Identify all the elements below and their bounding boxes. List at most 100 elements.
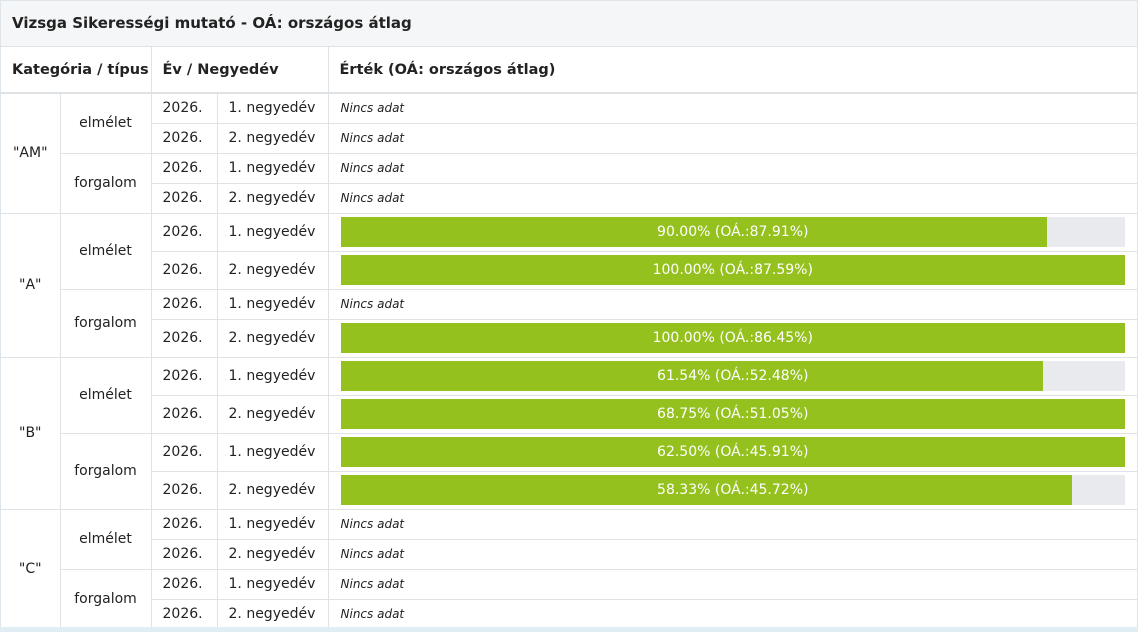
year-cell: 2026. bbox=[151, 153, 218, 184]
header-period: Év / Negyedév bbox=[151, 47, 329, 94]
quarter-cell: 1. negyedév bbox=[217, 153, 329, 184]
value-cell: Nincs adat bbox=[328, 123, 1138, 154]
header-value: Érték (OÁ: országos átlag) bbox=[328, 47, 1138, 94]
quarter-cell: 1. negyedév bbox=[217, 357, 329, 396]
value-cell: Nincs adat bbox=[328, 93, 1138, 124]
year-cell: 2026. bbox=[151, 123, 218, 154]
value-cell: Nincs adat bbox=[328, 153, 1138, 184]
value-cell: 58.33% (OÁ.:45.72%) bbox=[328, 471, 1138, 510]
category-cell: "C" bbox=[1, 509, 61, 630]
table-row: "AM" elmélet 2026. 1. negyedév Nincs adat bbox=[1, 93, 1138, 214]
quarter-cell: 1. negyedév bbox=[217, 569, 329, 600]
progress-bar-label: 68.75% (OÁ.:51.05%) bbox=[657, 406, 809, 422]
success-table: Kategória / típus Év / Negyedév Érték (O… bbox=[1, 47, 1138, 630]
type-cell: elmélet bbox=[60, 213, 152, 290]
value-cell: 61.54% (OÁ.:52.48%) bbox=[328, 357, 1138, 396]
type-cell: forgalom bbox=[60, 433, 152, 510]
table-row: 2026. 2. negyedév Nincs adat bbox=[1, 539, 1138, 570]
year-cell: 2026. bbox=[151, 93, 218, 124]
panel-title: Vizsga Sikerességi mutató - OÁ: országos… bbox=[1, 1, 1137, 47]
type-cell: elmélet bbox=[60, 93, 152, 154]
progress-bar: 68.75% (OÁ.:51.05%) bbox=[340, 399, 1126, 429]
value-cell: 100.00% (OÁ.:87.59%) bbox=[328, 251, 1138, 290]
no-data-label: Nincs adat bbox=[340, 577, 405, 591]
table-row: "C" elmélet 2026. 1. negyedév Nincs adat bbox=[1, 509, 1138, 630]
table-row: forgalom 2026. 1. negyedév Nincs adat bbox=[1, 569, 1138, 630]
table-row: forgalom 2026. 1. negyedév Nincs adat bbox=[1, 153, 1138, 214]
progress-bar: 90.00% (OÁ.:87.91%) bbox=[340, 217, 1126, 247]
no-data-label: Nincs adat bbox=[340, 101, 405, 116]
year-cell: 2026. bbox=[151, 213, 218, 252]
quarter-cell: 2. negyedév bbox=[217, 539, 329, 570]
quarter-cell: 2. negyedév bbox=[217, 123, 329, 154]
header-category: Kategória / típus bbox=[1, 47, 152, 94]
table-row: 2026. 2. negyedév 58.33% (OÁ.:45.72%) bbox=[1, 471, 1138, 510]
type-cell: forgalom bbox=[60, 289, 152, 358]
no-data-label: Nincs adat bbox=[340, 547, 405, 561]
table-row: forgalom 2026. 1. negyedév 62.50% (OÁ.:45.9… bbox=[1, 433, 1138, 510]
no-data-label: Nincs adat bbox=[340, 161, 405, 175]
table-row: 2026. 2. negyedév 68.75% (OÁ.:51.05%) bbox=[1, 395, 1138, 434]
progress-bar: 100.00% (OÁ.:87.59%) bbox=[340, 255, 1126, 285]
progress-bar-label: 100.00% (OÁ.:87.59%) bbox=[652, 262, 813, 278]
table-row: 2026. 2. negyedév Nincs adat bbox=[1, 183, 1138, 214]
progress-bar-label: 90.00% (OÁ.:87.91%) bbox=[657, 224, 809, 240]
year-cell: 2026. bbox=[151, 509, 218, 540]
category-cell: "AM" bbox=[1, 93, 61, 214]
table-row: 2026. 2. negyedév 100.00% (OÁ.:87.59%) bbox=[1, 251, 1138, 290]
year-cell: 2026. bbox=[151, 569, 218, 600]
year-cell: 2026. bbox=[151, 539, 218, 570]
no-data-label: Nincs adat bbox=[340, 191, 405, 205]
quarter-cell: 2. negyedév bbox=[217, 319, 329, 358]
table-row: 2026. 2. negyedév 100.00% (OÁ.:86.45%) bbox=[1, 319, 1138, 358]
value-cell: 68.75% (OÁ.:51.05%) bbox=[328, 395, 1138, 434]
progress-bar: 62.50% (OÁ.:45.91%) bbox=[340, 437, 1126, 467]
value-cell: 100.00% (OÁ.:86.45%) bbox=[328, 319, 1138, 358]
type-cell: elmélet bbox=[60, 509, 152, 570]
year-cell: 2026. bbox=[151, 357, 218, 396]
value-cell: Nincs adat bbox=[328, 289, 1138, 320]
table-row: "A" elmélet 2026. 1. negyedév 90.00% (OÁ.:87… bbox=[1, 213, 1138, 358]
quarter-cell: 2. negyedév bbox=[217, 251, 329, 290]
progress-bar: 58.33% (OÁ.:45.72%) bbox=[340, 475, 1126, 505]
quarter-cell: 2. negyedév bbox=[217, 183, 329, 214]
progress-bar: 61.54% (OÁ.:52.48%) bbox=[340, 361, 1126, 391]
year-cell: 2026. bbox=[151, 183, 218, 214]
progress-bar-label: 100.00% (OÁ.:86.45%) bbox=[652, 330, 813, 346]
progress-bar-label: 58.33% (OÁ.:45.72%) bbox=[657, 482, 809, 498]
year-cell: 2026. bbox=[151, 471, 218, 510]
year-cell: 2026. bbox=[151, 433, 218, 472]
no-data-label: Nincs adat bbox=[340, 297, 405, 311]
table-row: "B" elmélet 2026. 1. negyedév 61.54% (OÁ.:52… bbox=[1, 357, 1138, 510]
table-row: forgalom 2026. 1. negyedév Nincs adat bbox=[1, 289, 1138, 358]
exam-success-panel: Vizsga Sikerességi mutató - OÁ: országos… bbox=[0, 0, 1138, 632]
year-cell: 2026. bbox=[151, 319, 218, 358]
year-cell: 2026. bbox=[151, 251, 218, 290]
year-cell: 2026. bbox=[151, 289, 218, 320]
type-cell: forgalom bbox=[60, 569, 152, 630]
quarter-cell: 2. negyedév bbox=[217, 599, 329, 630]
table-row: 2026. 2. negyedév Nincs adat bbox=[1, 599, 1138, 630]
no-data-label: Nincs adat bbox=[340, 607, 405, 621]
quarter-cell: 1. negyedév bbox=[217, 509, 329, 540]
quarter-cell: 1. negyedév bbox=[217, 213, 329, 252]
quarter-cell: 1. negyedév bbox=[217, 289, 329, 320]
no-data-label: Nincs adat bbox=[340, 517, 405, 531]
type-cell: elmélet bbox=[60, 357, 152, 434]
progress-bar: 100.00% (OÁ.:86.45%) bbox=[340, 323, 1126, 353]
table-row: 2026. 2. negyedév Nincs adat bbox=[1, 123, 1138, 154]
value-cell: Nincs adat bbox=[328, 539, 1138, 570]
quarter-cell: 2. negyedév bbox=[217, 395, 329, 434]
value-cell: Nincs adat bbox=[328, 183, 1138, 214]
value-cell: Nincs adat bbox=[328, 599, 1138, 630]
year-cell: 2026. bbox=[151, 395, 218, 434]
category-cell: "B" bbox=[1, 357, 61, 510]
value-cell: 90.00% (OÁ.:87.91%) bbox=[328, 213, 1138, 252]
progress-bar-label: 62.50% (OÁ.:45.91%) bbox=[657, 444, 809, 460]
quarter-cell: 1. negyedév bbox=[217, 93, 329, 124]
value-cell: Nincs adat bbox=[328, 509, 1138, 540]
value-cell: 62.50% (OÁ.:45.91%) bbox=[328, 433, 1138, 472]
no-data-label: Nincs adat bbox=[340, 131, 405, 145]
quarter-cell: 1. negyedév bbox=[217, 433, 329, 472]
year-cell: 2026. bbox=[151, 599, 218, 630]
